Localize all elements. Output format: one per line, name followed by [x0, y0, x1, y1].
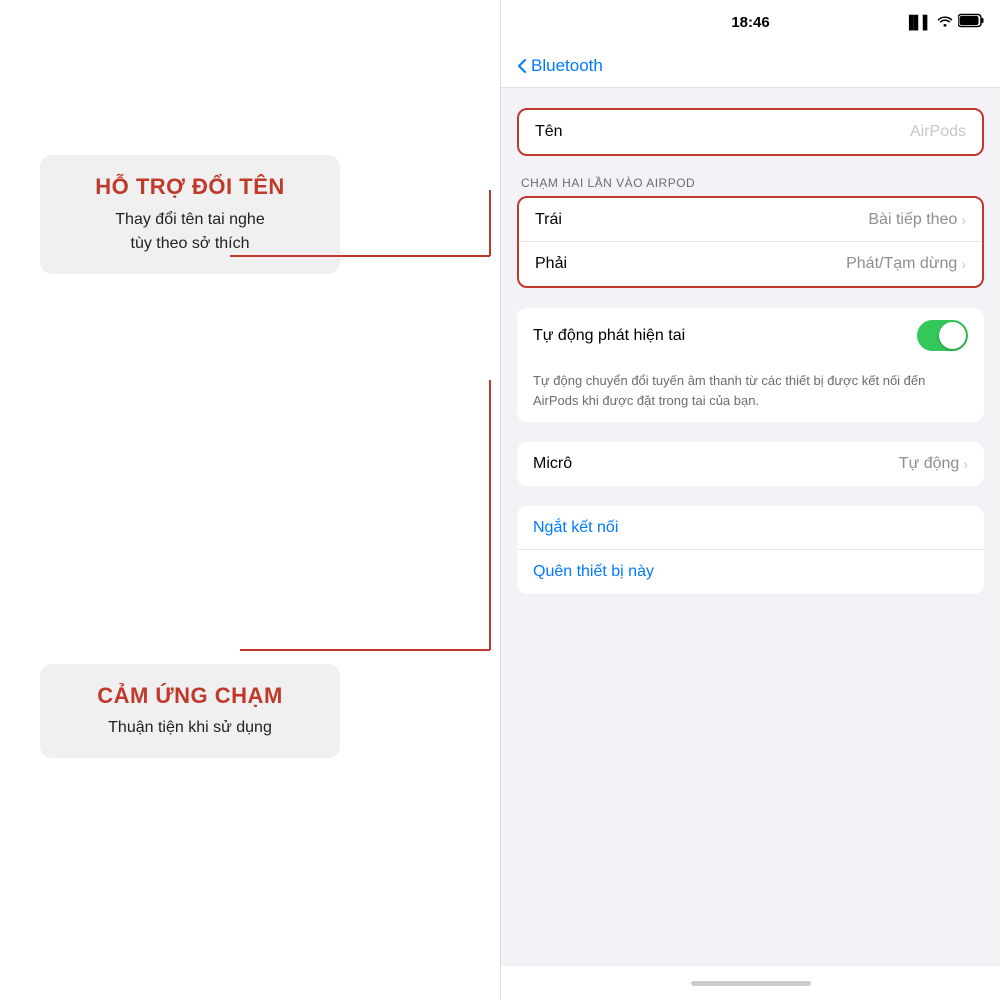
annotation-title-touch: CẢM ỨNG CHẠM — [68, 682, 312, 711]
annotation-title-rename: HỖ TRỢ ĐỔI TÊN — [68, 173, 312, 202]
wifi-icon — [937, 15, 953, 30]
phone-screen: 18:46 ▐▌▌ Bluetooth — [500, 0, 1000, 1000]
name-settings-group: Tên AirPods — [517, 108, 984, 156]
microphone-group: Micrô Tự động › — [501, 442, 1000, 486]
right-row[interactable]: Phải Phát/Tạm dừng › — [519, 242, 982, 286]
nav-bar: Bluetooth — [501, 44, 1000, 88]
back-label: Bluetooth — [531, 56, 603, 76]
microphone-value: Tự động — [899, 455, 960, 473]
microphone-settings-group: Micrô Tự động › — [517, 442, 984, 486]
actions-settings-group: Ngắt kết nối Quên thiết bị này — [517, 506, 984, 594]
battery-icon — [958, 14, 984, 31]
annotation-box-touch: CẢM ỨNG CHẠM Thuận tiện khi sử dụng — [40, 664, 340, 759]
name-row[interactable]: Tên AirPods — [519, 110, 982, 154]
auto-detect-label: Tự động phát hiện tai — [533, 327, 917, 345]
disconnect-label: Ngắt kết nối — [533, 519, 618, 537]
status-bar: 18:46 ▐▌▌ — [501, 0, 1000, 44]
auto-detect-settings-group: Tự động phát hiện tai Tự động chuyển đổi… — [517, 308, 984, 422]
name-label: Tên — [535, 123, 910, 141]
status-icons: ▐▌▌ — [904, 14, 984, 31]
status-time: 18:46 — [731, 14, 769, 31]
back-button[interactable]: Bluetooth — [517, 56, 603, 76]
annotation-subtitle-rename: Thay đổi tên tai nghetùy theo sở thích — [68, 208, 312, 256]
toggle-knob — [939, 322, 966, 349]
left-chevron-icon: › — [961, 212, 966, 228]
forget-label: Quên thiết bị này — [533, 563, 654, 581]
annotation-subtitle-touch: Thuận tiện khi sử dụng — [68, 716, 312, 740]
settings-content[interactable]: Tên AirPods CHẠM HAI LẦN VÀO AIRPOD Trái… — [501, 88, 1000, 966]
name-group: Tên AirPods — [501, 108, 1000, 156]
left-label: Trái — [535, 211, 868, 229]
left-annotation-panel: HỖ TRỢ ĐỔI TÊN Thay đổi tên tai nghetùy … — [0, 0, 500, 1000]
disconnect-row[interactable]: Ngắt kết nối — [517, 506, 984, 550]
left-value: Bài tiếp theo — [868, 211, 957, 229]
right-value: Phát/Tạm dừng — [846, 255, 957, 273]
double-tap-header: CHẠM HAI LẦN VÀO AIRPOD — [517, 176, 984, 196]
home-bar — [691, 981, 811, 986]
auto-detect-row[interactable]: Tự động phát hiện tai — [517, 308, 984, 363]
left-row[interactable]: Trái Bài tiếp theo › — [519, 198, 982, 242]
microphone-label: Micrô — [533, 455, 899, 473]
actions-group: Ngắt kết nối Quên thiết bị này — [501, 506, 1000, 594]
annotation-box-rename: HỖ TRỢ ĐỔI TÊN Thay đổi tên tai nghetùy … — [40, 155, 340, 274]
auto-detect-toggle[interactable] — [917, 320, 968, 351]
connector-lines — [0, 0, 500, 1000]
name-placeholder: AirPods — [910, 123, 966, 141]
double-tap-group: CHẠM HAI LẦN VÀO AIRPOD Trái Bài tiếp th… — [501, 176, 1000, 288]
auto-detect-group: Tự động phát hiện tai Tự động chuyển đổi… — [501, 308, 1000, 422]
microphone-row[interactable]: Micrô Tự động › — [517, 442, 984, 486]
double-tap-settings-group: Trái Bài tiếp theo › Phải Phát/Tạm dừng … — [517, 196, 984, 288]
right-label: Phải — [535, 255, 846, 273]
signal-icon: ▐▌▌ — [904, 15, 932, 30]
forget-row[interactable]: Quên thiết bị này — [517, 550, 984, 594]
auto-detect-description: Tự động chuyển đổi tuyến âm thanh từ các… — [517, 363, 984, 422]
right-chevron-icon: › — [961, 256, 966, 272]
microphone-chevron-icon: › — [963, 456, 968, 472]
home-indicator — [501, 966, 1000, 1000]
